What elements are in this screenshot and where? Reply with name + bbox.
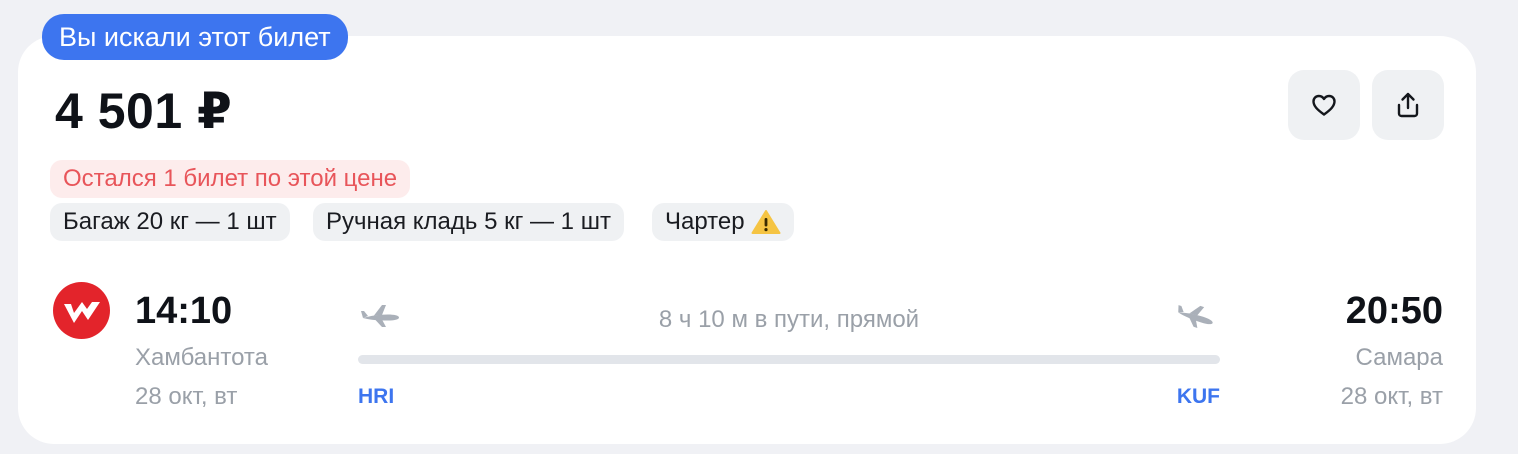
departure-iata[interactable]: HRI bbox=[358, 385, 394, 409]
hand-luggage-chip: Ручная кладь 5 кг — 1 шт bbox=[313, 203, 624, 241]
departure-time: 14:10 bbox=[135, 290, 233, 332]
searched-ticket-badge: Вы искали этот билет bbox=[42, 14, 348, 60]
warning-icon bbox=[751, 209, 781, 235]
share-button[interactable] bbox=[1372, 70, 1444, 140]
favorite-button[interactable] bbox=[1288, 70, 1360, 140]
ticket-price: 4 501 ₽ bbox=[55, 83, 233, 139]
last-ticket-warning-text: Остался 1 билет по этой цене bbox=[63, 165, 398, 192]
landing-plane-icon bbox=[1175, 302, 1217, 330]
airline-logo-icon bbox=[53, 282, 110, 339]
charter-text: Чартер bbox=[665, 208, 745, 235]
route-progress-bar bbox=[358, 355, 1220, 364]
departure-city: Хамбантота bbox=[135, 344, 268, 371]
arrival-date: 28 окт, вт bbox=[1340, 383, 1443, 410]
hand-luggage-text: Ручная кладь 5 кг — 1 шт bbox=[326, 208, 611, 235]
baggage-text: Багаж 20 кг — 1 шт bbox=[63, 208, 277, 235]
flight-duration: 8 ч 10 м в пути, прямой bbox=[658, 306, 920, 333]
share-icon bbox=[1397, 92, 1419, 118]
charter-chip[interactable]: Чартер bbox=[652, 203, 794, 241]
arrival-city: Самара bbox=[1355, 344, 1444, 371]
arrival-time: 20:50 bbox=[1345, 290, 1443, 332]
heart-icon bbox=[1312, 94, 1336, 116]
baggage-chip: Багаж 20 кг — 1 шт bbox=[50, 203, 290, 241]
last-ticket-warning: Остался 1 билет по этой цене bbox=[50, 160, 411, 198]
arrival-iata[interactable]: KUF bbox=[1177, 385, 1220, 409]
departure-date: 28 окт, вт bbox=[135, 383, 238, 410]
